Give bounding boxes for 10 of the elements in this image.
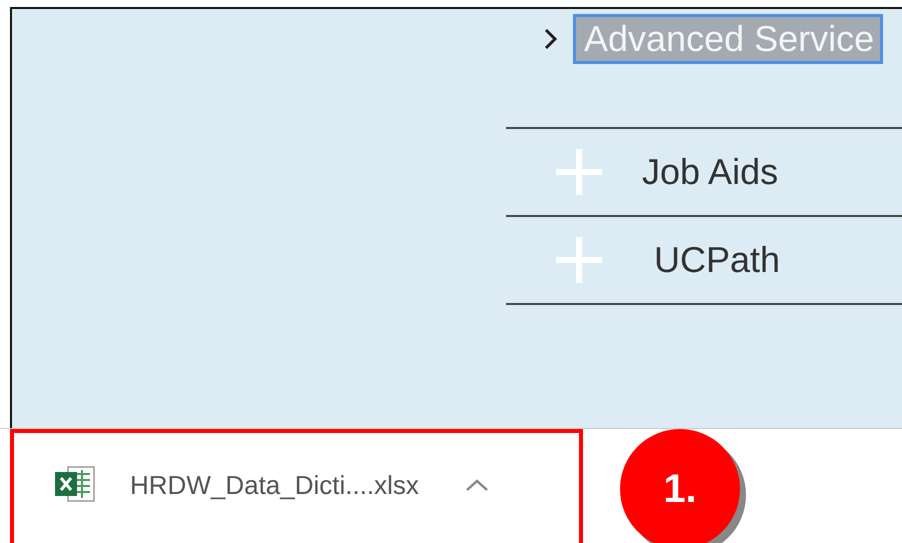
accordion-item[interactable]: Job Aids: [506, 129, 902, 217]
plus-icon: [554, 235, 604, 285]
download-item[interactable]: HRDW_Data_Dicti....xlsx: [10, 429, 583, 543]
spreadsheet-icon: [54, 466, 96, 504]
plus-icon: [554, 147, 604, 197]
caret-up-icon[interactable]: [464, 478, 489, 492]
file-name: HRDW_Data_Dicti....xlsx: [130, 470, 419, 500]
chevron-right-icon: [544, 28, 558, 50]
step-badge: 1.: [620, 429, 740, 543]
accordion-item[interactable]: UCPath: [506, 217, 902, 305]
